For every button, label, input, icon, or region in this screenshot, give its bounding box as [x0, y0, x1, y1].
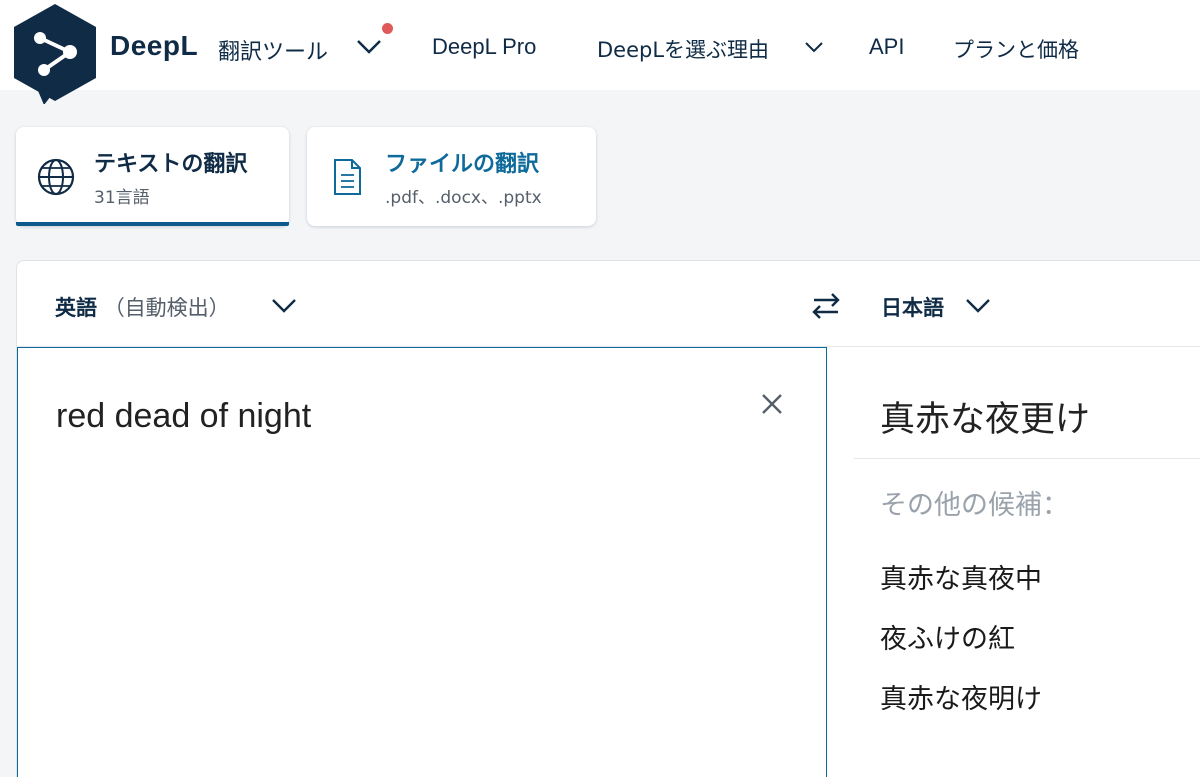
divider	[854, 458, 1200, 459]
chevron-down-icon[interactable]	[805, 41, 823, 53]
source-language-label: 英語	[55, 296, 97, 320]
translation-result[interactable]: 真赤な夜更け	[880, 391, 1090, 442]
alternative-item[interactable]: 夜ふけの紅	[880, 617, 1042, 677]
language-bar: 英語 （自動検出） 日本語	[17, 261, 1200, 347]
swap-arrows-icon[interactable]	[809, 289, 843, 323]
brand-name[interactable]: DeepL	[110, 30, 198, 62]
source-text-area[interactable]: red dead of night	[17, 347, 827, 777]
notification-dot	[382, 23, 393, 34]
target-language-select[interactable]: 日本語	[881, 292, 944, 322]
nav-pricing[interactable]: プランと価格	[953, 34, 1079, 64]
tab-text-title: テキストの翻訳	[94, 152, 248, 177]
tab-file-title: ファイルの翻訳	[385, 152, 540, 177]
alternatives-label: その他の候補：	[880, 490, 1069, 521]
close-icon[interactable]	[758, 390, 786, 418]
alternatives-list: 真赤な真夜中 夜ふけの紅 真赤な夜明け	[880, 557, 1042, 737]
target-text-area: 真赤な夜更け その他の候補： 真赤な真夜中 夜ふけの紅 真赤な夜明け	[854, 347, 1200, 777]
source-text[interactable]: red dead of night	[56, 397, 311, 436]
tab-file-translation[interactable]: ファイルの翻訳 .pdf、.docx、.pptx	[307, 127, 596, 226]
translator-panel: 英語 （自動検出） 日本語 red dead of night 真赤な夜更け そ…	[16, 260, 1200, 777]
nav-api[interactable]: API	[869, 34, 904, 60]
chevron-down-icon[interactable]	[356, 38, 382, 56]
source-detect-label: （自動検出）	[103, 296, 230, 320]
nav-why-deepl[interactable]: DeepLを選ぶ理由	[597, 34, 769, 64]
chevron-down-icon[interactable]	[965, 298, 991, 314]
tab-file-subtitle: .pdf、.docx、.pptx	[385, 188, 542, 208]
nav-deepl-pro[interactable]: DeepL Pro	[432, 34, 536, 60]
brand-product-label[interactable]: 翻訳ツール	[218, 34, 328, 66]
document-icon	[334, 159, 361, 195]
source-language-select[interactable]: 英語 （自動検出）	[55, 292, 230, 322]
deepl-logo-icon[interactable]	[14, 4, 96, 104]
tab-text-translation[interactable]: テキストの翻訳 31言語	[16, 127, 289, 226]
alternative-item[interactable]: 真赤な夜明け	[880, 677, 1042, 737]
top-header: DeepL 翻訳ツール DeepL Pro DeepLを選ぶ理由 API プラン…	[0, 0, 1200, 104]
chevron-down-icon[interactable]	[271, 298, 297, 314]
alternative-item[interactable]: 真赤な真夜中	[880, 557, 1042, 617]
globe-icon	[37, 158, 75, 196]
tab-text-subtitle: 31言語	[94, 188, 150, 208]
